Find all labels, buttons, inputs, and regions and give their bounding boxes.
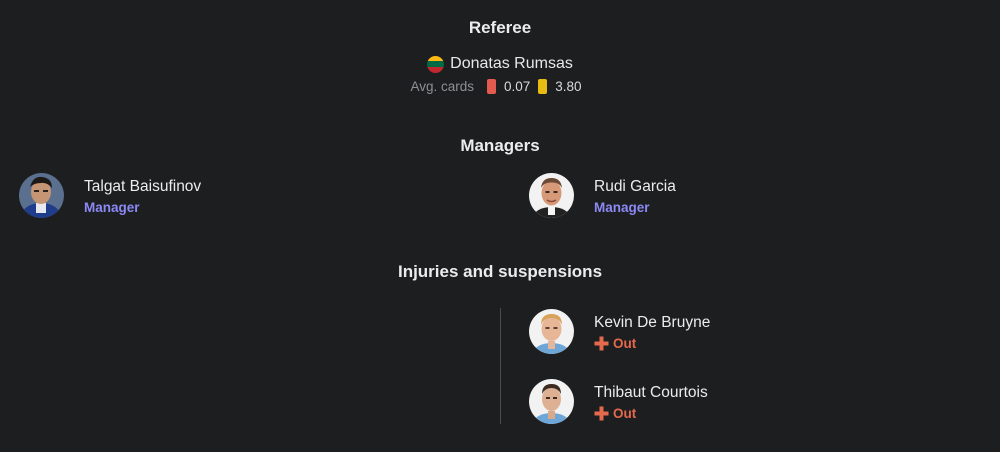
yellow-card-icon <box>538 79 548 94</box>
referee-row: Donatas Rumsas <box>0 55 1000 73</box>
injury-status: Out <box>594 336 710 351</box>
referee-title: Referee <box>468 18 532 37</box>
away-manager-role: Manager <box>594 199 650 215</box>
lithuania-flag-icon <box>427 55 445 73</box>
injury-status: Out <box>594 406 708 421</box>
managers-title: Managers <box>460 136 540 155</box>
injured-player-row[interactable]: Kevin De Bruyne Out <box>529 309 710 354</box>
away-manager-name: Rudi Garcia <box>594 177 676 195</box>
injured-player-row[interactable]: Thibaut Courtois Out <box>529 379 708 424</box>
home-manager-avatar <box>19 173 64 218</box>
home-manager-role: Manager <box>84 199 140 215</box>
away-manager-avatar <box>529 173 574 218</box>
injury-status-label: Out <box>613 335 637 351</box>
referee-name[interactable]: Donatas Rumsas <box>450 55 573 73</box>
avg-cards-row: Avg. cards 0.07 3.80 <box>0 79 1000 94</box>
injury-status-label: Out <box>613 405 637 421</box>
home-manager[interactable]: Talgat Baisufinov Manager <box>19 173 201 218</box>
yellow-card-average: 3.80 <box>555 79 582 94</box>
team-divider <box>500 308 501 424</box>
injuries-title: Injuries and suspensions <box>397 262 603 281</box>
medical-cross-icon <box>594 336 609 350</box>
medical-cross-icon <box>594 406 609 420</box>
player-avatar <box>529 379 574 424</box>
player-avatar <box>529 309 574 354</box>
player-name: Kevin De Bruyne <box>594 313 711 331</box>
away-manager[interactable]: Rudi Garcia Manager <box>529 173 676 218</box>
avg-cards-label: Avg. cards <box>410 79 474 94</box>
player-name: Thibaut Courtois <box>594 383 708 401</box>
red-card-average: 0.07 <box>503 79 531 94</box>
home-manager-name: Talgat Baisufinov <box>84 177 202 195</box>
red-card-icon <box>486 79 496 94</box>
